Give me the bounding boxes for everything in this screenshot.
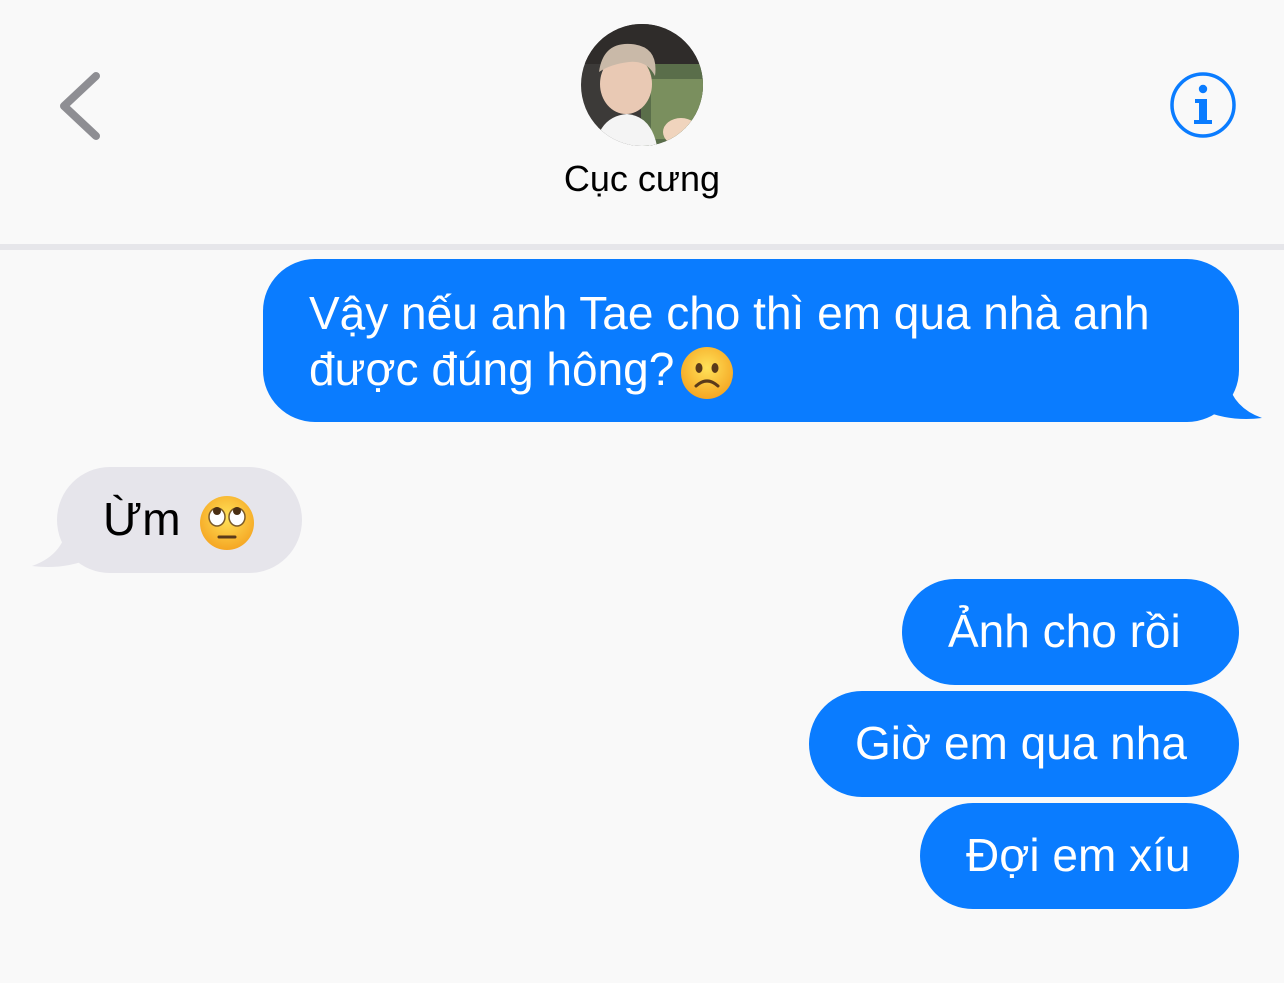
avatar-photo bbox=[581, 24, 703, 146]
message-text-label: Ừm bbox=[103, 493, 181, 545]
message-bubble-outgoing[interactable]: Đợi em xíu bbox=[920, 803, 1239, 909]
back-button[interactable] bbox=[52, 66, 112, 146]
contact-avatar[interactable] bbox=[581, 24, 703, 146]
message-text: Ừm bbox=[103, 491, 302, 551]
message-text: được đúng hông? bbox=[309, 341, 1199, 400]
chevron-left-icon bbox=[60, 72, 100, 140]
contact-name[interactable]: Cục cưng bbox=[442, 158, 842, 200]
message-bubble-outgoing[interactable]: Ảnh cho rồi bbox=[902, 579, 1239, 685]
message-text: Đợi em xíu bbox=[966, 829, 1191, 881]
message-text: Vậy nếu anh Tae cho thì em qua nhà anh bbox=[309, 287, 1150, 339]
conversation-header: Cục cưng bbox=[0, 0, 1284, 244]
info-circle-icon bbox=[1170, 72, 1236, 138]
message-text-line: được đúng hông? bbox=[309, 343, 675, 395]
info-button[interactable] bbox=[1168, 70, 1238, 140]
bubble-tail bbox=[1196, 370, 1262, 419]
slightly-frowning-face-emoji bbox=[680, 346, 734, 400]
message-text: Ảnh cho rồi bbox=[948, 605, 1181, 657]
face-with-rolling-eyes-emoji bbox=[199, 495, 255, 551]
message-bubble-outgoing[interactable]: Giờ em qua nha bbox=[809, 691, 1239, 797]
bubble-tail bbox=[32, 520, 98, 567]
message-bubble-outgoing[interactable]: Vậy nếu anh Tae cho thì em qua nhà anh đ… bbox=[263, 259, 1239, 422]
message-text: Giờ em qua nha bbox=[855, 717, 1187, 769]
header-divider bbox=[0, 244, 1284, 250]
